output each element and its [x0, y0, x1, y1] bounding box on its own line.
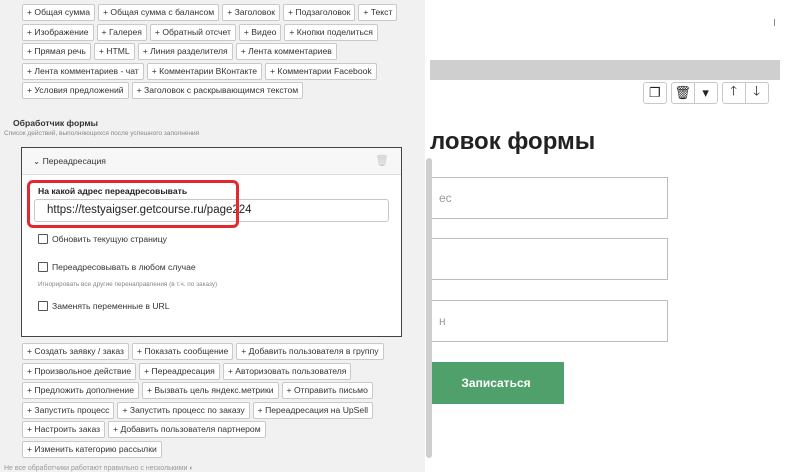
chip-row: + Условия предложений + Заголовок с раскр… [22, 82, 402, 99]
add-chip-button[interactable]: + Общая сумма с балансом [98, 4, 220, 21]
add-chip-button[interactable]: + Лента комментариев [235, 43, 337, 60]
checkbox-icon[interactable] [38, 262, 48, 272]
add-chip-button[interactable]: + Условия предложений [22, 82, 129, 99]
add-chip-button[interactable]: + Текст [358, 4, 398, 21]
submit-button[interactable]: Записаться [428, 362, 564, 404]
add-chip-button[interactable]: + Произвольное действие [22, 362, 137, 380]
add-chip-button[interactable]: + Запустить процесс [22, 401, 115, 419]
add-chip-button[interactable]: + Прямая речь [22, 43, 91, 60]
chip-row: + Изменить категорию рассылки [22, 440, 402, 458]
field-placeholder: ес [439, 191, 452, 205]
chip-row: + Прямая речь + HTML + Линия разделителя + … [22, 43, 402, 60]
chip-row: + Общая сумма + Общая сумма с балансом + З… [22, 4, 402, 21]
replace-vars-checkbox[interactable]: Заменять переменные в URL [38, 301, 170, 311]
add-chip-button[interactable]: + Вызвать цель яндекс.метрики [142, 382, 279, 399]
chip-row: + Лента комментариев - чат + Комментарии … [22, 62, 402, 80]
always-redirect-checkbox[interactable]: Переадресовывать в любом случае [38, 262, 196, 272]
checkbox-icon[interactable] [38, 301, 48, 311]
form-field-3[interactable]: н [428, 300, 668, 342]
add-chip-button[interactable]: + Галерея [96, 23, 147, 41]
settings-panel: + Общая сумма + Общая сумма с балансом + З… [0, 0, 425, 472]
copy-icon: ❐ [649, 85, 661, 100]
add-chip-button[interactable]: + Заголовок [222, 4, 281, 21]
replace-label: Заменять переменные в URL [52, 301, 170, 311]
block-toolbar: ❐ 🗑 ▾ 🡑 🡓 [643, 82, 769, 104]
add-chip-button[interactable]: + Видео [238, 23, 282, 41]
delete-group: 🗑 ▾ [670, 82, 718, 104]
panel-scrollbar[interactable] [426, 158, 432, 458]
add-chip-button[interactable]: + Создать заявку / заказ [22, 343, 129, 360]
add-chip-button[interactable]: + Предложить дополнение [22, 382, 140, 399]
arrow-up-icon[interactable]: 🡑 [723, 83, 745, 103]
chip-row: + Запустить процесс + Запустить процесс п… [22, 401, 402, 419]
add-chip-button[interactable]: + Комментарии ВКонтакте [146, 62, 263, 80]
add-chip-button[interactable]: + Изменить категорию рассылки [22, 440, 162, 458]
chip-row: + Настроить заказ + Добавить пользователя… [22, 421, 402, 438]
edge-mark [774, 19, 775, 26]
add-chip-button[interactable]: + Изображение [22, 23, 94, 41]
add-chip-button[interactable]: + Кнопки поделиться [284, 23, 378, 41]
add-chip-button[interactable]: + Добавить пользователя партнером [108, 421, 266, 438]
form-title: ловок формы [430, 128, 596, 155]
always-hint: Игнорировать все другие перенаправления … [38, 281, 218, 288]
add-chip-button[interactable]: + Настроить заказ [22, 421, 106, 438]
form-field-2[interactable] [428, 238, 668, 280]
refresh-label: Обновить текущую страницу [52, 234, 167, 244]
add-chip-button[interactable]: + Комментарии Facebook [265, 62, 377, 80]
redirect-header[interactable]: ⌄ Переадресация 🗑 [22, 148, 401, 175]
handler-title: Обработчик формы [13, 118, 99, 128]
section-bar [430, 60, 780, 80]
form-field-1[interactable]: ес [428, 177, 668, 219]
add-chip-button[interactable]: + Показать сообщение [132, 343, 234, 360]
always-label: Переадресовывать в любом случае [52, 262, 196, 272]
chip-row: + Произвольное действие + Переадресация + … [22, 362, 402, 380]
add-chip-button[interactable]: + Линия разделителя [137, 43, 233, 60]
add-chip-button[interactable]: + Подзаголовок [283, 4, 356, 21]
add-chip-button[interactable]: + Отправить письмо [281, 382, 373, 399]
copy-button[interactable]: ❐ [643, 82, 667, 104]
move-group: 🡑 🡓 [721, 82, 769, 104]
redirect-header-label: ⌄ Переадресация [33, 156, 106, 166]
add-chip-button[interactable]: + Переадресация [139, 362, 220, 380]
refresh-checkbox[interactable]: Обновить текущую страницу [38, 234, 167, 244]
highlight-annotation [27, 180, 239, 228]
add-chip-button[interactable]: + Общая сумма [22, 4, 95, 21]
arrow-down-icon[interactable]: 🡓 [744, 83, 768, 103]
add-chip-button[interactable]: + HTML [93, 43, 135, 60]
footer-note: Не все обработчики работают правильно с … [4, 465, 194, 472]
trash-icon[interactable]: 🗑 [375, 154, 389, 167]
add-chip-button[interactable]: + Лента комментариев - чат [22, 62, 144, 80]
add-chip-button[interactable]: + Авторизовать пользователя [222, 362, 352, 380]
handler-subtitle: Список действий, выполняющихся после усп… [4, 130, 200, 137]
add-chip-button[interactable]: + Запустить процесс по заказу [117, 401, 250, 419]
chip-row: + Создать заявку / заказ + Показать сообщ… [22, 343, 402, 360]
add-chip-button[interactable]: + Переадресация на UpSell [252, 401, 374, 419]
chip-row: + Изображение + Галерея + Обратный отсчет +… [22, 23, 402, 41]
add-chip-button[interactable]: + Обратный отсчет [149, 23, 236, 41]
chip-row: + Предложить дополнение + Вызвать цель ян… [22, 382, 402, 399]
add-chip-button[interactable]: + Добавить пользователя в группу [236, 343, 384, 360]
checkbox-icon[interactable] [38, 234, 48, 244]
trash-icon[interactable]: 🗑 [672, 83, 694, 103]
field-placeholder: н [439, 314, 446, 328]
add-chip-button[interactable]: + Заголовок с раскрывающимся текстом [131, 82, 304, 99]
caret-down-icon[interactable]: ▾ [693, 83, 717, 103]
